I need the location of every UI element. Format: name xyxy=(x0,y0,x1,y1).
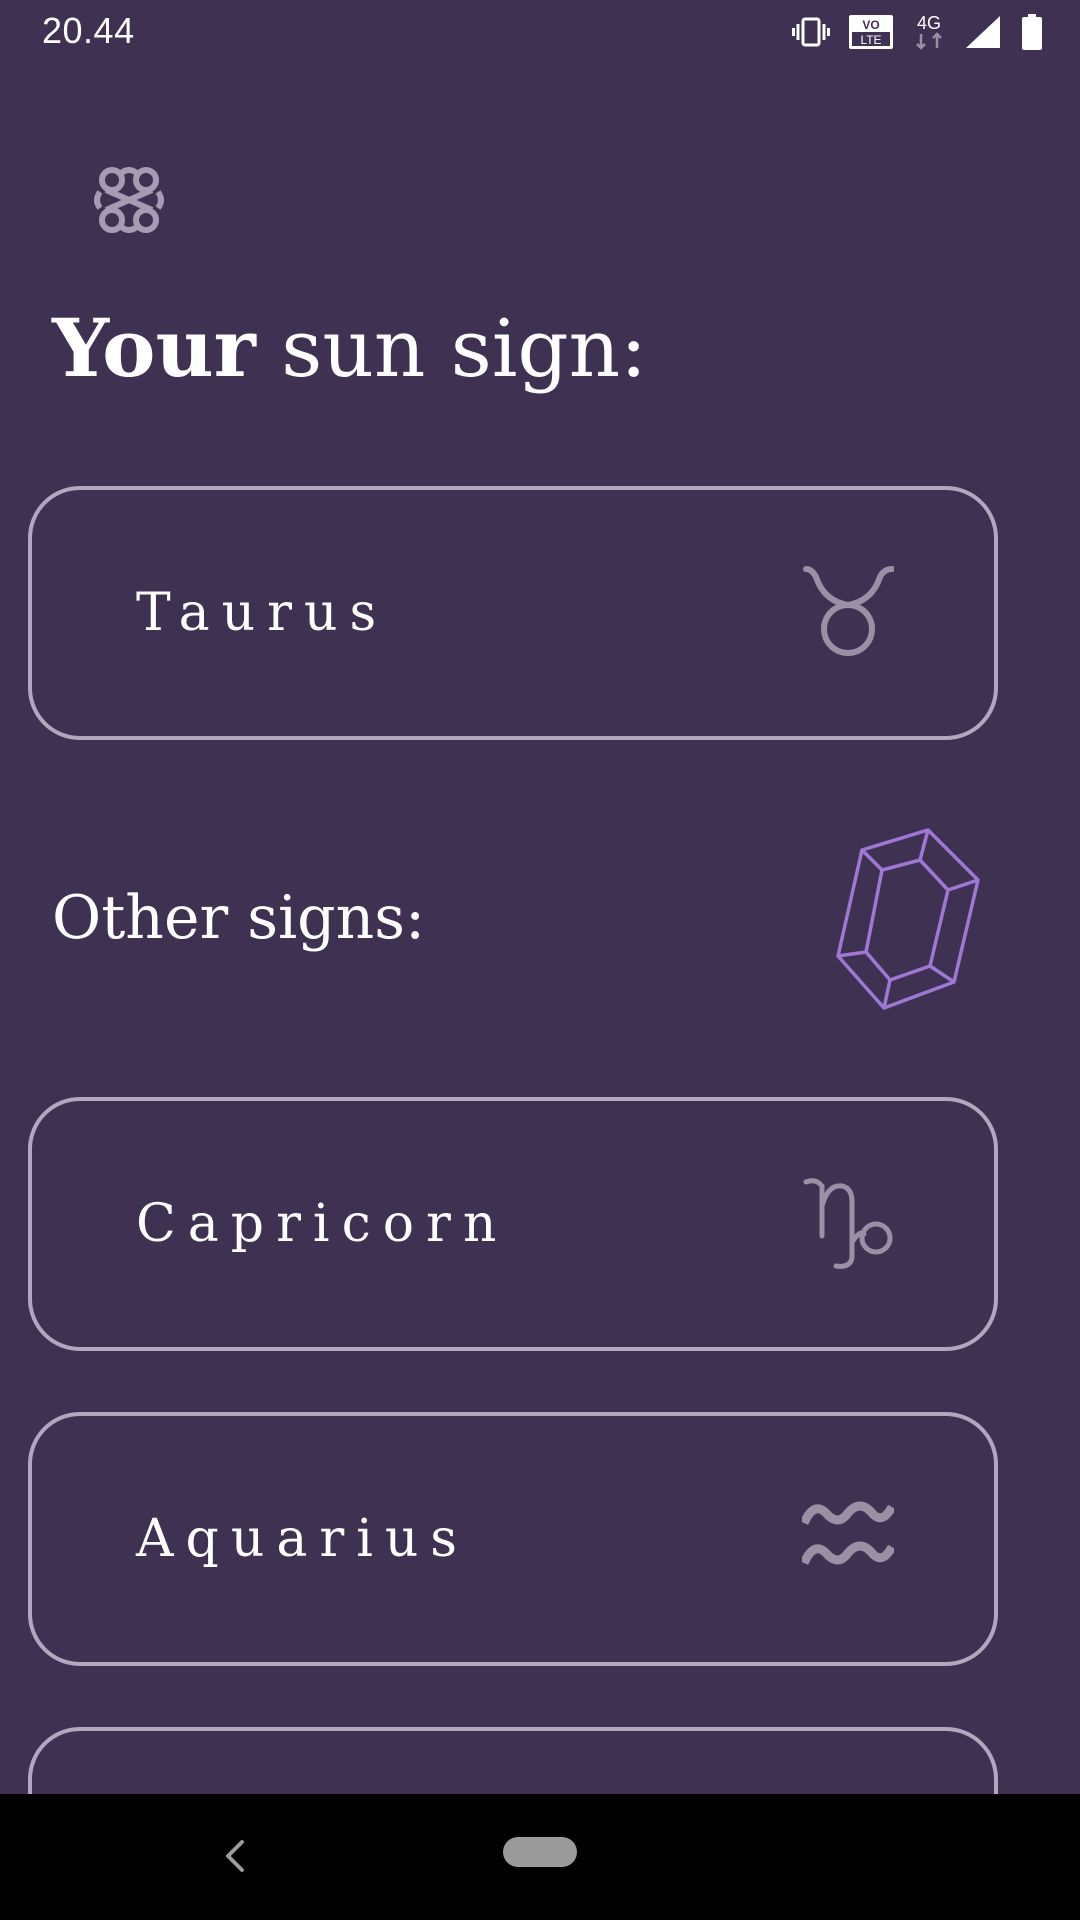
navigation-bar xyxy=(0,1794,1080,1920)
status-bar: 20.44 VO LTE 4G xyxy=(0,0,1080,64)
aquarius-glyph-icon xyxy=(799,1491,896,1587)
signal-icon xyxy=(964,14,1002,50)
volte-top-text: VO xyxy=(862,18,879,32)
network-label: 4G xyxy=(917,13,941,33)
volte-bottom-text: LTE xyxy=(860,33,881,47)
sun-sign-card-taurus[interactable]: Taurus xyxy=(28,486,998,740)
status-time: 20.44 xyxy=(42,10,135,51)
sun-sign-heading: Your sun sign: xyxy=(52,298,647,399)
celtic-knot-icon xyxy=(92,164,166,236)
taurus-glyph-icon xyxy=(802,565,895,661)
sign-card-capricorn[interactable]: Capricorn xyxy=(28,1097,998,1351)
app-screen: 20.44 VO LTE 4G Your sun sign: Taurus Ot… xyxy=(0,0,1080,1920)
sun-sign-heading-bold: Your xyxy=(52,301,256,395)
sign-card-label: Aquarius xyxy=(136,1509,469,1569)
network-4g-icon: 4G xyxy=(912,13,946,51)
sun-sign-heading-rest: sun sign: xyxy=(255,302,648,395)
back-chevron-icon[interactable] xyxy=(214,1832,254,1880)
vibrate-icon xyxy=(792,17,830,47)
capricorn-glyph-icon xyxy=(802,1176,894,1272)
home-pill-icon[interactable] xyxy=(503,1837,577,1867)
sign-card-aquarius[interactable]: Aquarius xyxy=(28,1412,998,1666)
other-signs-heading: Other signs: xyxy=(52,883,426,953)
volte-icon: VO LTE xyxy=(848,14,894,50)
status-icons: VO LTE 4G xyxy=(792,12,1044,52)
gem-icon xyxy=(834,826,982,1012)
battery-icon xyxy=(1020,13,1044,51)
sign-card-label: Capricorn xyxy=(136,1194,509,1254)
sign-card-label: Taurus xyxy=(136,583,389,643)
